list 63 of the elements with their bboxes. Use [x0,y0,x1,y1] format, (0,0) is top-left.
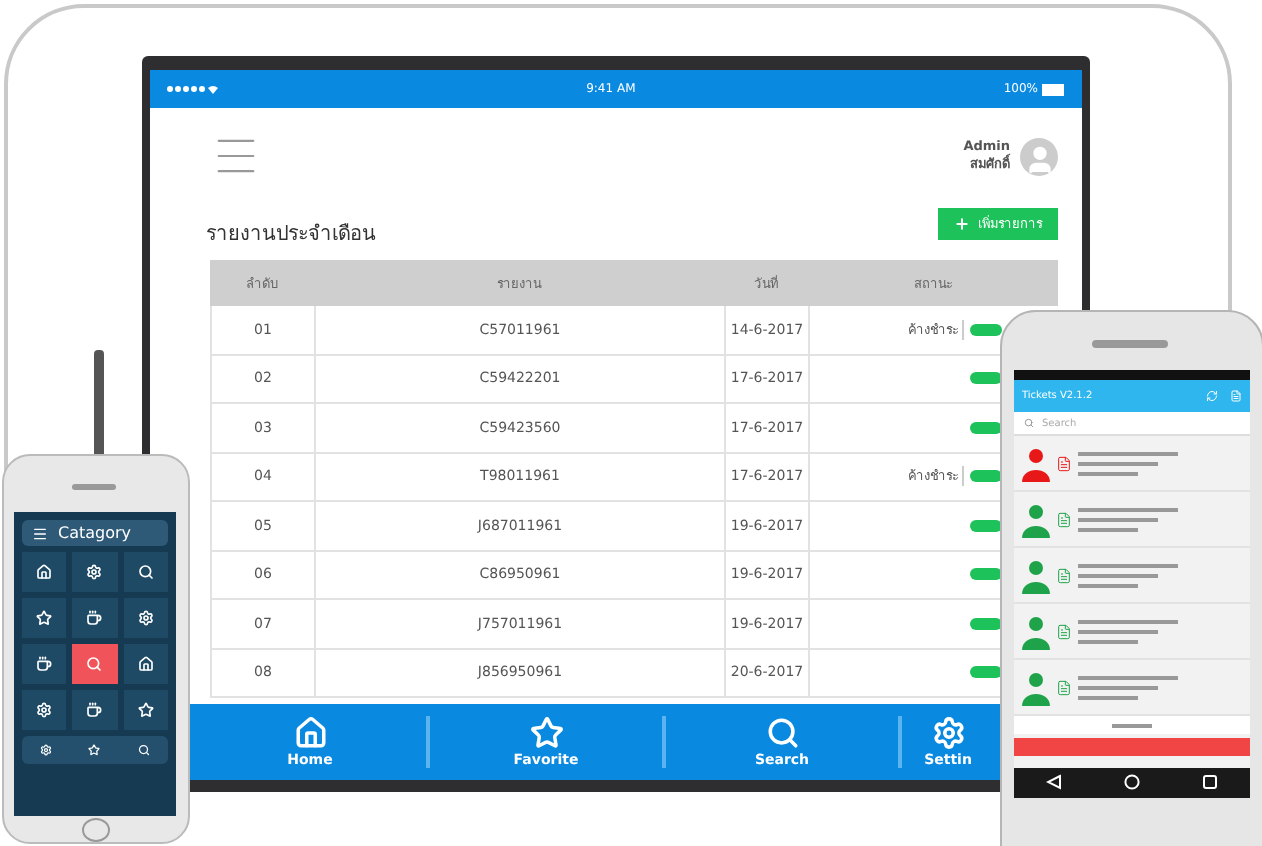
category-tile[interactable] [72,644,118,684]
search-icon [765,716,799,750]
category-tile[interactable] [72,690,118,730]
square-icon[interactable] [1202,774,1219,791]
gear-icon [36,702,53,718]
signal-icon [166,84,218,94]
category-tile[interactable] [123,644,168,684]
home-icon[interactable] [1123,774,1140,791]
status-pill [970,421,1002,434]
cup-icon [36,656,53,672]
star-icon [529,716,563,750]
document-icon [1056,623,1072,640]
status-pill [970,519,1002,532]
avatar-icon [1020,137,1058,175]
category-header: Catagory [22,520,168,546]
gear-icon [137,610,154,626]
category-tile[interactable] [22,598,67,638]
back-icon[interactable] [1045,774,1062,791]
status-pill [970,470,1002,483]
category-tile[interactable] [123,552,168,592]
battery-icon [1041,83,1066,95]
gear-icon [86,564,103,580]
category-tile[interactable] [22,644,67,684]
star-icon [36,610,53,626]
home-icon [36,564,53,580]
status-pill [970,568,1002,581]
text-lines-drawing [1078,619,1178,644]
gear-icon [931,716,965,750]
status-pill [970,666,1002,679]
category-tile[interactable] [72,598,118,638]
text-lines-drawing [1078,507,1178,532]
document-icon [1056,455,1072,472]
status-pill [970,617,1002,630]
menu-icon[interactable] [32,525,48,541]
text-lines-drawing [1078,675,1178,700]
category-tile[interactable] [123,690,168,730]
cup-icon [86,702,103,718]
status-pill [970,323,1002,336]
search-icon [137,564,154,580]
search-icon [1024,418,1034,429]
home-icon [137,656,154,672]
category-tile[interactable] [72,552,118,592]
document-icon [1056,679,1072,696]
cable-drawing [94,350,104,460]
category-tile[interactable] [123,598,168,638]
plus-icon [954,216,970,232]
speaker-slot [1092,340,1168,348]
star-icon [137,702,154,718]
page-title: รายงานประจำเดือน [206,221,376,248]
speaker-slot [72,484,116,490]
status-pill [970,372,1002,385]
cup-icon [86,610,103,626]
document-icon [1056,511,1072,528]
gear-icon [40,744,53,756]
document-icon [1056,567,1072,584]
search-icon [137,744,150,756]
category-tile[interactable] [22,690,67,730]
category-tile[interactable] [22,552,67,592]
text-lines-drawing [1078,451,1178,476]
text-lines-drawing [1078,563,1178,588]
search-icon [86,656,103,672]
star-icon [88,744,101,756]
home-icon [293,716,327,750]
